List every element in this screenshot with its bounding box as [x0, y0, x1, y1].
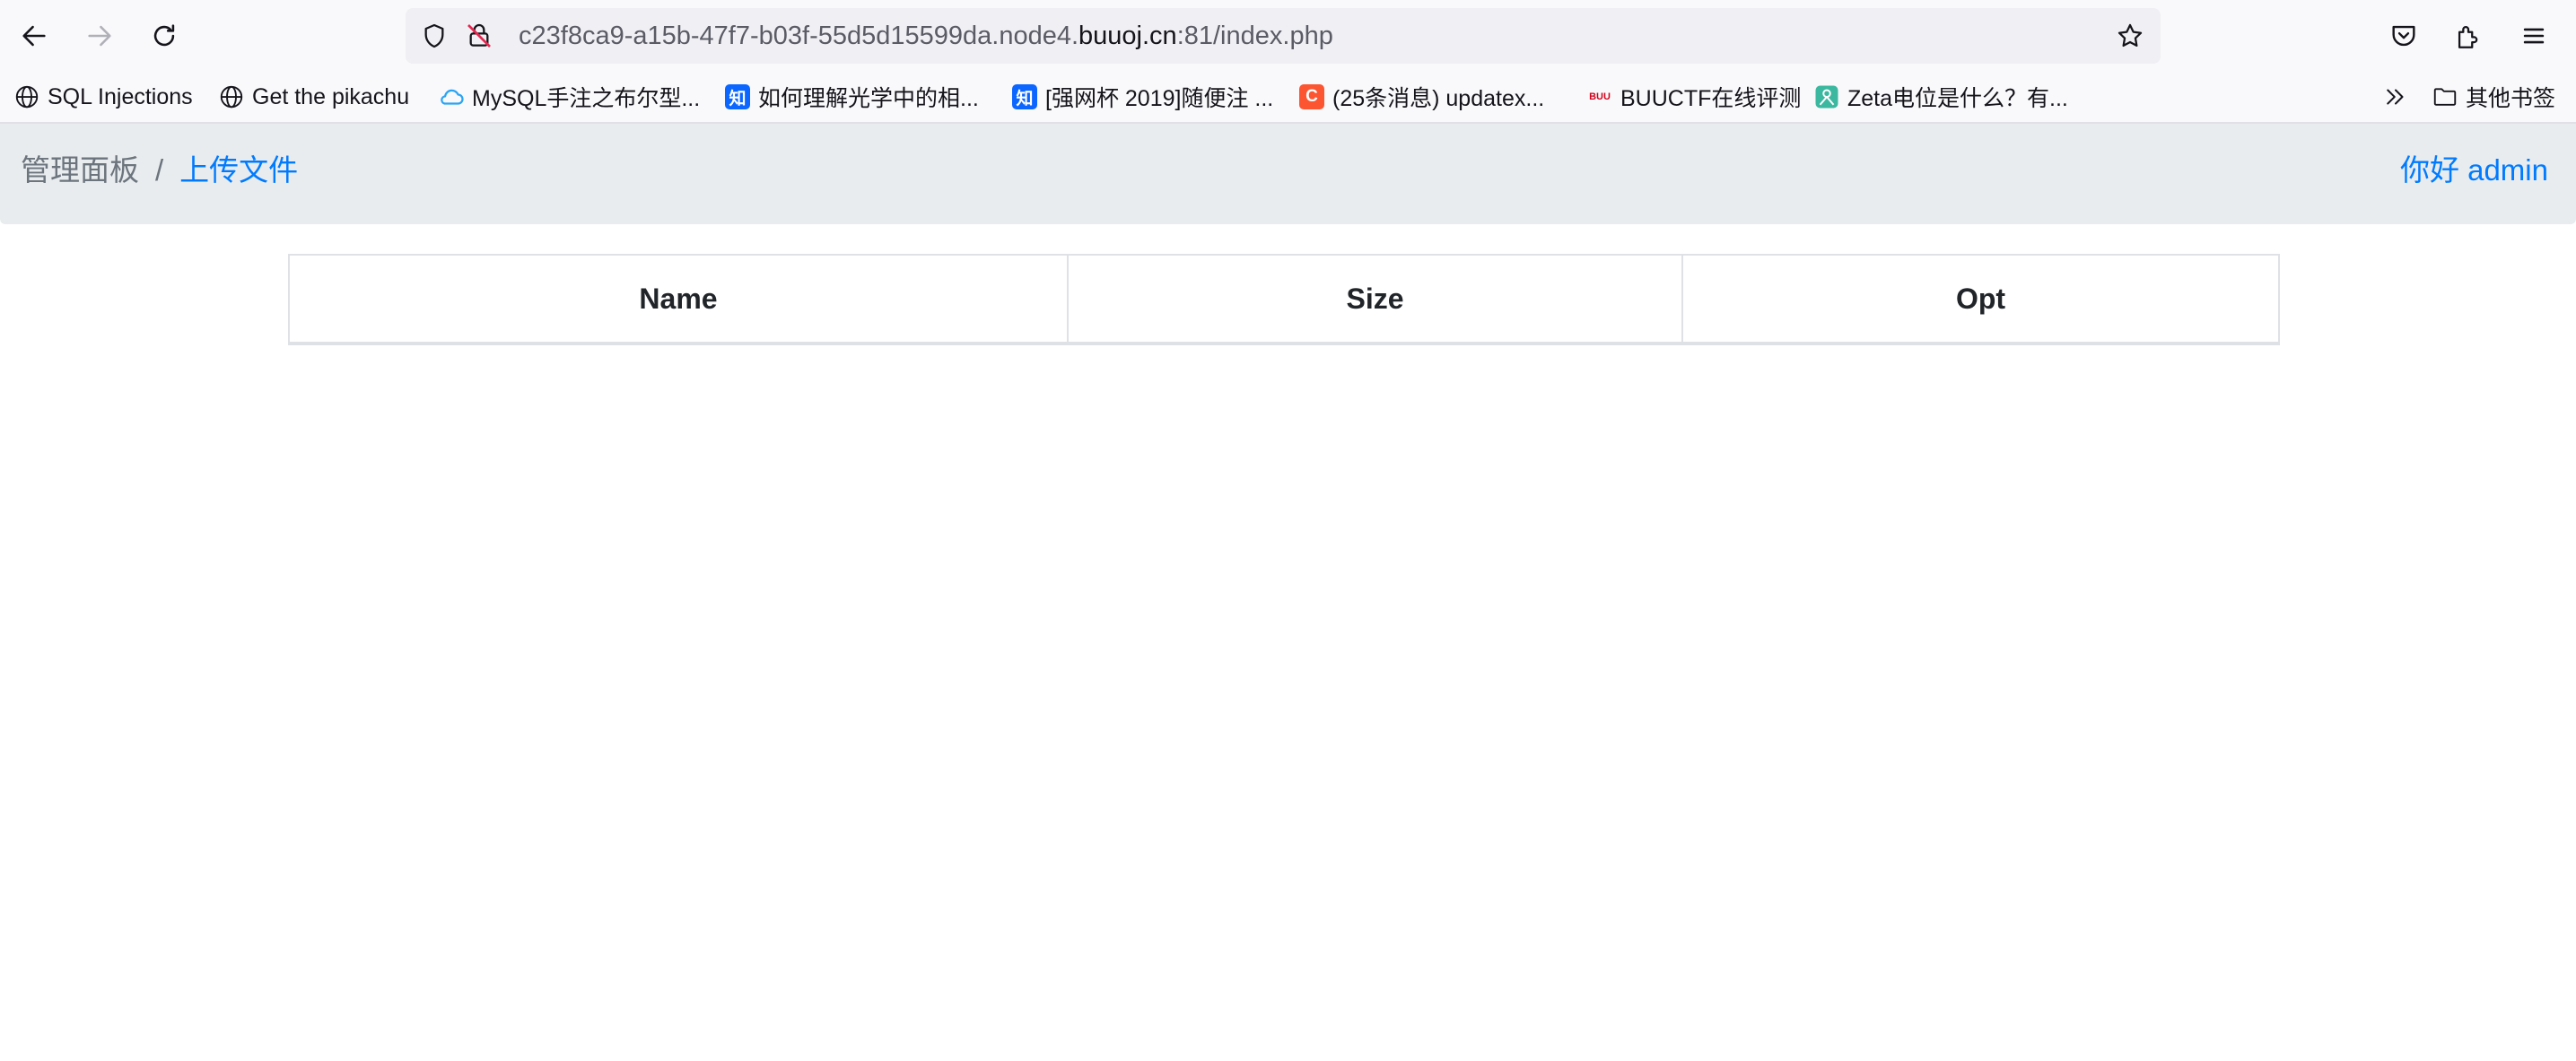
- user-greeting-link[interactable]: 你好 admin: [2400, 124, 2548, 217]
- bookmark-sql-injections[interactable]: SQL Injections: [13, 79, 193, 115]
- folder-icon: [2432, 83, 2458, 110]
- table-header-row: Name Size Opt: [288, 254, 2280, 345]
- url-domain: buuoj.cn: [1078, 22, 1177, 50]
- bookmark-label: MySQL手注之布尔型...: [472, 86, 701, 111]
- bookmarks-bar: SQL Injections Get the pikachu MySQL手注之布…: [0, 74, 2576, 124]
- column-header-name: Name: [288, 254, 1069, 345]
- back-button[interactable]: [13, 15, 55, 57]
- column-header-opt: Opt: [1681, 254, 2280, 345]
- bookmark-label: (25条消息) updatex...: [1332, 86, 1545, 111]
- star-icon: [2118, 23, 2143, 48]
- arrow-right-icon: [88, 25, 111, 47]
- reload-icon: [153, 24, 175, 47]
- bookmark-mysql[interactable]: MySQL手注之布尔型...: [438, 79, 700, 115]
- insecure-lock-icon[interactable]: [463, 20, 495, 52]
- extensions-button[interactable]: [2448, 15, 2489, 57]
- bookmark-csdn-updatexml[interactable]: C (25条消息) updatex...: [1298, 79, 1544, 115]
- bookmarks-overflow-button[interactable]: [2382, 79, 2416, 115]
- bookmark-zhihu-optics[interactable]: 知 如何理解光学中的相...: [724, 79, 979, 115]
- table-header: Name Size Opt: [288, 254, 2280, 345]
- buuctf-badge: BUU: [1589, 91, 1611, 102]
- shield-icon[interactable]: [418, 20, 450, 52]
- bookmark-label: Get the pikachu: [252, 83, 410, 109]
- zhihu-icon: 知: [1011, 83, 1038, 110]
- chevron-double-right-icon: [2382, 83, 2409, 110]
- url-suffix: :81/index.php: [1176, 22, 1333, 50]
- breadcrumb-upload-link[interactable]: 上传文件: [179, 153, 298, 187]
- breadcrumb-bar: 管理面板 / 上传文件 你好 admin: [0, 124, 2576, 224]
- bookmark-get-the-pikachu[interactable]: Get the pikachu: [218, 79, 409, 115]
- browser-toolbar: c23f8ca9-a15b-47f7-b03f-55d5d15599da.nod…: [0, 0, 2576, 74]
- arrow-left-icon: [22, 25, 46, 47]
- bookmark-star-button[interactable]: [2112, 18, 2148, 54]
- bookmark-buuctf[interactable]: BUU BUUCTF在线评测: [1586, 79, 1801, 115]
- hamburger-icon: [2523, 28, 2545, 44]
- pocket-button[interactable]: [2383, 15, 2424, 57]
- bookmark-label: SQL Injections: [48, 83, 193, 109]
- pocket-icon: [2392, 25, 2415, 47]
- csdn-icon: C: [1298, 83, 1325, 110]
- breadcrumb: 管理面板 / 上传文件: [21, 124, 298, 217]
- zhihu-badge: 知: [725, 84, 750, 109]
- forward-button[interactable]: [79, 15, 120, 57]
- bookmark-zeta-potential[interactable]: Zeta电位是什么？有...: [1813, 79, 2068, 115]
- globe-icon: [218, 83, 245, 110]
- zhihu-badge: 知: [1012, 84, 1037, 109]
- person-icon: [1813, 83, 1840, 110]
- breadcrumb-separator: /: [155, 153, 164, 187]
- other-bookmarks-label: 其他书签: [2466, 86, 2556, 111]
- bookmark-label: Zeta电位是什么？有...: [1847, 86, 2068, 111]
- zhihu-icon: 知: [724, 83, 751, 110]
- bookmark-label: BUUCTF在线评测: [1620, 86, 1802, 111]
- bookmark-zhihu-qwb[interactable]: 知 [强网杯 2019]随便注 ...: [1011, 79, 1273, 115]
- other-bookmarks-folder[interactable]: 其他书签: [2432, 79, 2555, 115]
- url-prefix: c23f8ca9-a15b-47f7-b03f-55d5d15599da.nod…: [519, 22, 1079, 50]
- bookmark-label: [强网杯 2019]随便注 ...: [1045, 86, 1274, 111]
- bookmark-label: 如何理解光学中的相...: [758, 86, 979, 111]
- menu-button[interactable]: [2513, 15, 2554, 57]
- globe-icon: [13, 83, 40, 110]
- breadcrumb-home: 管理面板: [21, 153, 139, 187]
- reload-button[interactable]: [144, 15, 185, 57]
- puzzle-icon: [2458, 26, 2478, 48]
- csdn-badge: C: [1299, 84, 1324, 109]
- buuctf-icon: BUU: [1586, 83, 1613, 110]
- url-text[interactable]: c23f8ca9-a15b-47f7-b03f-55d5d15599da.nod…: [519, 8, 1333, 64]
- cloud-icon: [438, 83, 465, 110]
- address-bar[interactable]: c23f8ca9-a15b-47f7-b03f-55d5d15599da.nod…: [406, 8, 2161, 64]
- file-table: Name Size Opt: [288, 254, 2280, 345]
- column-header-size: Size: [1067, 254, 1683, 345]
